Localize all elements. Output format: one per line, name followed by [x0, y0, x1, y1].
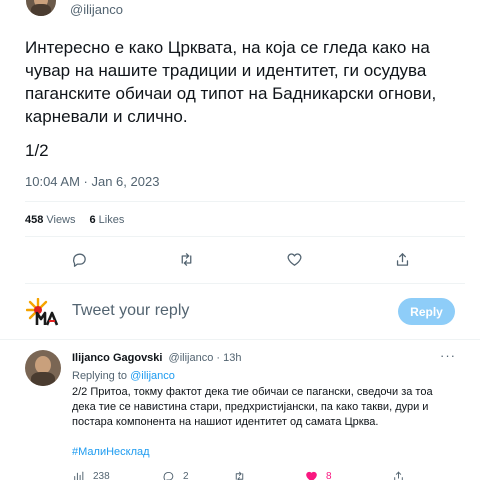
heart-icon: [306, 471, 317, 480]
tweet-thread-counter: 1/2: [25, 141, 49, 160]
author-handle[interactable]: @ilijanco: [70, 2, 123, 17]
reply-actions: 238 2 8: [0, 470, 480, 480]
replying-to: Replying to @ilijanco: [72, 370, 175, 382]
reply-share-button[interactable]: [392, 470, 405, 480]
divider: [25, 201, 465, 202]
reply-header: Ilijanco Gagovski @ilijanco · 13h: [72, 352, 241, 364]
tweet-timestamp[interactable]: 10:04 AM · Jan 6, 2023: [25, 174, 159, 189]
reply-reply-button[interactable]: 2: [162, 470, 189, 480]
author-avatar[interactable]: [26, 0, 56, 16]
heart-icon: [287, 252, 301, 266]
views-icon: [74, 471, 84, 480]
reply-author-name[interactable]: Ilijanco Gagovski: [72, 352, 162, 364]
divider: [25, 283, 465, 284]
reply-text: 2/2 Притоа, токму фактот дека тие обичаи…: [72, 386, 433, 428]
retweet-button[interactable]: [176, 249, 196, 269]
tweet-stats: 458 Views 6 Likes: [25, 214, 124, 226]
share-icon: [394, 471, 403, 480]
user-logo-icon: [26, 298, 59, 326]
reply-icon: [72, 253, 86, 267]
views-stat[interactable]: 458 Views: [25, 214, 76, 226]
reply-input[interactable]: Tweet your reply: [72, 302, 189, 320]
share-button[interactable]: [392, 249, 412, 269]
divider: [25, 236, 465, 237]
reply-author-avatar[interactable]: [25, 350, 61, 386]
retweet-icon: [235, 471, 244, 480]
reply-time[interactable]: · 13h: [216, 352, 241, 364]
compose-reply: Tweet your reply Reply: [0, 296, 480, 326]
reply-like-button[interactable]: 8: [305, 470, 332, 480]
tweet-actions: [0, 249, 480, 269]
reply-views[interactable]: 238: [72, 470, 110, 480]
reply-button[interactable]: [69, 249, 89, 269]
reply-submit-button[interactable]: Reply: [398, 298, 455, 325]
reply-retweet-button[interactable]: [233, 470, 254, 480]
like-button[interactable]: [284, 249, 304, 269]
reply-icon: [163, 471, 174, 480]
more-options-icon[interactable]: ···: [440, 348, 456, 363]
share-icon: [396, 252, 408, 266]
replying-to-mention[interactable]: @ilijanco: [130, 370, 175, 382]
likes-stat[interactable]: 6 Likes: [90, 214, 125, 226]
divider: [0, 339, 480, 340]
hashtag-link[interactable]: #МалиНесклад: [72, 446, 150, 458]
retweet-icon: [181, 252, 191, 266]
reply-author-handle[interactable]: @ilijanco: [169, 352, 214, 364]
tweet-text: Интересно е како Црквата, на која се гле…: [25, 38, 437, 126]
